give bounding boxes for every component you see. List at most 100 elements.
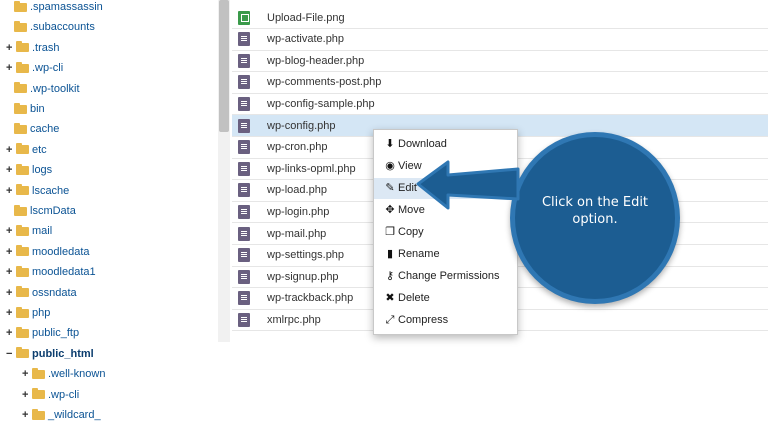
expand-toggle[interactable]: + bbox=[6, 304, 16, 322]
tree-item[interactable]: .wp-toolkit bbox=[14, 80, 80, 98]
folder-icon bbox=[16, 347, 29, 359]
tree-item-label: .wp-cli bbox=[48, 388, 80, 401]
tree-item[interactable]: + .well-known bbox=[22, 365, 105, 383]
tree-item[interactable]: + .wp-cli bbox=[6, 59, 63, 77]
collapse-toggle[interactable]: − bbox=[6, 345, 16, 363]
file-icon: ▮ bbox=[386, 248, 394, 260]
menu-item-delete[interactable]: ✖ Delete bbox=[374, 288, 517, 309]
tree-item-label: .wp-cli bbox=[32, 62, 64, 75]
file-row[interactable]: wp-activate.php bbox=[232, 29, 768, 51]
expand-toggle[interactable]: + bbox=[6, 182, 16, 200]
tree-item-label: moodledata bbox=[32, 245, 90, 258]
tree-item[interactable]: + lscache bbox=[6, 182, 69, 200]
file-row[interactable]: Upload-File.png bbox=[232, 7, 768, 29]
text-file-icon bbox=[238, 75, 250, 90]
file-name: wp-activate.php bbox=[267, 33, 345, 46]
expand-toggle[interactable]: + bbox=[6, 39, 16, 57]
folder-icon bbox=[32, 367, 45, 379]
folder-icon bbox=[14, 122, 27, 134]
text-file-icon bbox=[238, 226, 250, 241]
text-file-icon bbox=[238, 312, 250, 327]
expand-toggle[interactable]: + bbox=[6, 263, 16, 281]
file-name: wp-login.php bbox=[267, 205, 330, 218]
tree-item[interactable]: lscmData bbox=[14, 202, 76, 220]
tree-item-label: .subaccounts bbox=[30, 21, 95, 34]
tree-item[interactable]: .spamassassin bbox=[14, 0, 103, 16]
folder-icon bbox=[16, 245, 29, 257]
text-file-icon bbox=[238, 96, 250, 111]
menu-item-rename[interactable]: ▮ Rename bbox=[374, 244, 517, 265]
tree-item[interactable]: + ossndata bbox=[6, 284, 77, 302]
expand-toggle[interactable]: + bbox=[6, 324, 16, 342]
expand-toggle[interactable]: + bbox=[22, 386, 32, 404]
tree-item-label: .wp-toolkit bbox=[30, 82, 80, 95]
expand-toggle[interactable]: + bbox=[22, 365, 32, 383]
folder-icon bbox=[32, 408, 45, 420]
folder-icon bbox=[32, 388, 45, 400]
tree-item-label: moodledata1 bbox=[32, 266, 96, 279]
tree-item[interactable]: + mail bbox=[6, 222, 52, 240]
text-file-icon bbox=[238, 161, 250, 176]
menu-item-label: Delete bbox=[398, 292, 430, 304]
expand-toggle[interactable]: + bbox=[6, 284, 16, 302]
tree-item[interactable]: + .trash bbox=[6, 39, 60, 57]
file-name: wp-blog-header.php bbox=[267, 54, 365, 67]
file-name: wp-signup.php bbox=[267, 270, 339, 283]
text-file-icon bbox=[238, 248, 250, 263]
tree-scrollbar[interactable] bbox=[218, 0, 230, 342]
text-file-icon bbox=[238, 291, 250, 306]
tree-item-label: lscmData bbox=[30, 205, 76, 217]
download-icon: ⬇ bbox=[385, 138, 395, 150]
folder-icon bbox=[16, 286, 29, 298]
tree-item[interactable]: + .wp-cli bbox=[22, 386, 79, 404]
callout-text: Click on the Edit option. bbox=[541, 195, 649, 227]
expand-toggle[interactable]: + bbox=[6, 222, 16, 240]
expand-toggle[interactable]: + bbox=[6, 141, 16, 159]
folder-icon bbox=[16, 41, 29, 53]
file-name: xmlrpc.php bbox=[267, 313, 321, 326]
tree-item[interactable]: + moodledata bbox=[6, 243, 90, 261]
file-name: wp-config-sample.php bbox=[267, 97, 375, 110]
folder-icon bbox=[16, 326, 29, 338]
expand-toggle[interactable]: + bbox=[22, 406, 32, 424]
text-file-icon bbox=[238, 53, 250, 68]
pencil-icon: ✎ bbox=[385, 182, 395, 194]
menu-item-compress[interactable]: ⤢ Compress bbox=[374, 310, 517, 331]
tree-item[interactable]: + _wildcard_ bbox=[22, 406, 101, 424]
tree-item[interactable]: cache bbox=[14, 120, 59, 138]
expand-toggle[interactable]: + bbox=[6, 59, 16, 77]
folder-icon bbox=[14, 102, 27, 114]
tree-item-label: .well-known bbox=[48, 368, 106, 381]
tree-item[interactable]: − public_html bbox=[6, 345, 94, 363]
file-row[interactable]: wp-blog-header.php bbox=[232, 50, 768, 73]
file-row[interactable]: wp-comments-post.php bbox=[232, 72, 768, 94]
folder-icon bbox=[16, 163, 29, 175]
file-row[interactable]: wp-config-sample.php bbox=[232, 93, 768, 116]
tree-item-label: public_html bbox=[32, 347, 94, 360]
tree-item-label: .trash bbox=[32, 41, 60, 54]
tree-item-label: lscache bbox=[32, 184, 70, 197]
tree-item[interactable]: + moodledata1 bbox=[6, 263, 96, 281]
menu-item-change-permissions[interactable]: ⚷ Change Permissions bbox=[374, 266, 517, 287]
tree-scrollbar-thumb[interactable] bbox=[219, 0, 229, 132]
tree-item[interactable]: + public_ftp bbox=[6, 324, 79, 342]
expand-toggle[interactable]: + bbox=[6, 243, 16, 261]
folder-icon bbox=[16, 61, 29, 73]
menu-item-label: Rename bbox=[398, 248, 440, 260]
tree-item[interactable]: .subaccounts bbox=[14, 18, 95, 36]
tree-item[interactable]: bin bbox=[14, 100, 45, 118]
text-file-icon bbox=[238, 140, 250, 155]
expand-toggle[interactable]: + bbox=[6, 161, 16, 179]
folder-icon bbox=[16, 224, 29, 236]
times-icon: ✖ bbox=[385, 292, 395, 304]
folder-icon bbox=[14, 204, 27, 216]
folder-icon bbox=[14, 82, 27, 94]
image-file-icon bbox=[238, 10, 250, 25]
tree-item[interactable]: + php bbox=[6, 304, 50, 322]
text-file-icon bbox=[238, 32, 250, 47]
tree-item[interactable]: + logs bbox=[6, 161, 52, 179]
tree-item-label: .spamassassin bbox=[30, 1, 103, 13]
tree-item[interactable]: + etc bbox=[6, 141, 47, 159]
key-icon: ⚷ bbox=[385, 270, 395, 282]
file-name: wp-links-opml.php bbox=[267, 162, 356, 175]
